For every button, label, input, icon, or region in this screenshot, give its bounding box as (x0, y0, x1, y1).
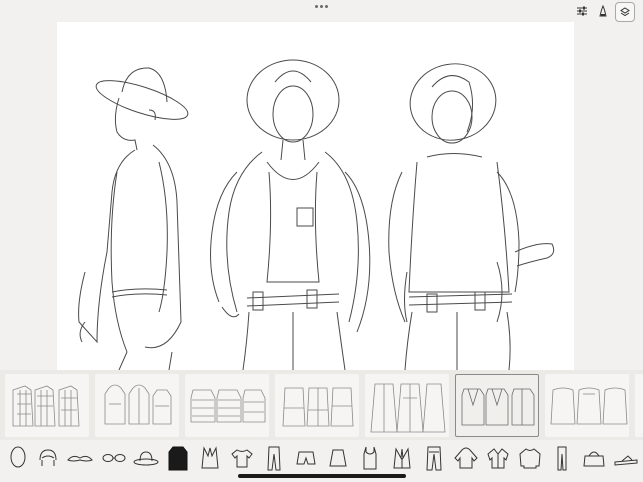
top-toolbar (0, 0, 643, 22)
sandals-icon[interactable] (612, 444, 640, 472)
tshirt-icon[interactable] (228, 444, 256, 472)
mustache-icon[interactable] (66, 444, 94, 472)
tank-top-icon[interactable] (356, 444, 384, 472)
template-partial[interactable] (635, 374, 643, 437)
shirt-icon[interactable] (484, 444, 512, 472)
coat-icon[interactable] (164, 444, 192, 472)
vest-icon[interactable] (196, 444, 224, 472)
hoodie-icon[interactable] (452, 444, 480, 472)
home-indicator[interactable] (238, 474, 406, 478)
back-view-figure (388, 63, 555, 370)
template-belted-jackets[interactable] (275, 374, 359, 437)
side-view-figure (78, 67, 189, 370)
template-long-coats[interactable] (365, 374, 449, 437)
leggings-icon[interactable] (548, 444, 576, 472)
glasses-icon[interactable] (100, 444, 128, 472)
hair-icon[interactable] (34, 444, 62, 472)
template-puffer-jackets[interactable] (185, 374, 269, 437)
template-strip (0, 370, 643, 440)
template-sweaters[interactable] (545, 374, 629, 437)
bag-icon[interactable] (580, 444, 608, 472)
skirt-icon[interactable] (324, 444, 352, 472)
adjust-sliders-icon[interactable] (573, 2, 591, 20)
hat-icon[interactable] (132, 444, 160, 472)
front-view-figure (210, 59, 371, 370)
trousers-icon[interactable] (260, 444, 288, 472)
drawing-canvas[interactable] (57, 22, 574, 370)
template-hoodies[interactable] (95, 374, 179, 437)
jeans-icon[interactable] (420, 444, 448, 472)
template-blazers[interactable] (455, 374, 539, 437)
template-plaid-shirts[interactable] (5, 374, 89, 437)
sweater-icon[interactable] (516, 444, 544, 472)
shorts-icon[interactable] (292, 444, 320, 472)
waistcoat-icon[interactable] (388, 444, 416, 472)
ink-bottle-icon[interactable] (594, 2, 612, 20)
layers-icon[interactable] (615, 2, 635, 22)
ellipsis-icon[interactable] (314, 3, 330, 9)
head-icon[interactable] (4, 444, 32, 472)
